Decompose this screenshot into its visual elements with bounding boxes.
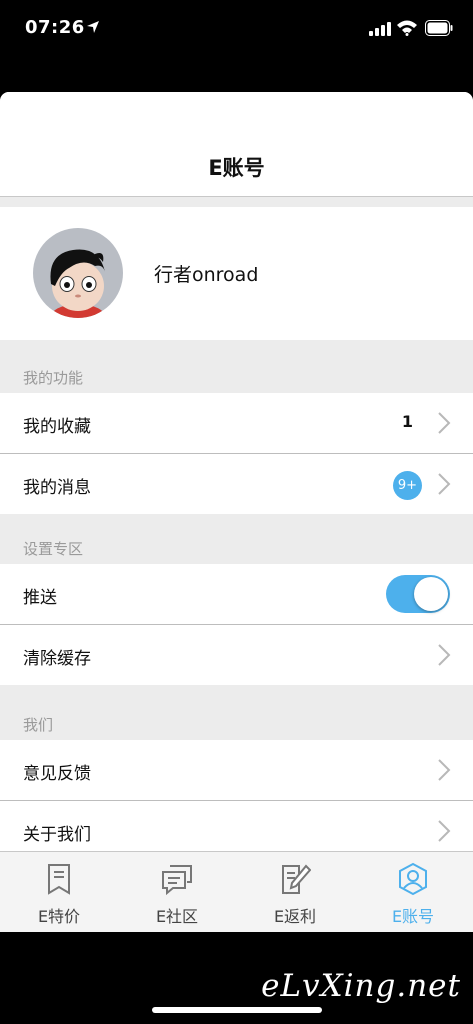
status-time: 07:26 — [25, 17, 85, 38]
section-header-about: 我们 — [0, 685, 473, 740]
bookmark-icon — [48, 864, 70, 895]
chat-icon — [162, 865, 192, 896]
push-row: 推送 — [0, 564, 473, 624]
cartoon-face-icon — [50, 249, 106, 318]
location-arrow-icon — [87, 21, 99, 33]
avatar[interactable] — [33, 228, 123, 318]
account-sheet: E账号 行者onroad 我的功能 我的收藏 1 我的消息 9+ 设置专区 推送… — [0, 92, 473, 932]
pencil-note-icon — [282, 864, 311, 894]
section-header-functions: 我的功能 — [0, 340, 473, 393]
row-label: 意见反馈 — [23, 764, 91, 784]
profile-card[interactable]: 行者onroad — [0, 207, 473, 340]
favorites-count: 1 — [401, 412, 413, 431]
home-indicator[interactable] — [152, 1007, 322, 1013]
tab-e-community[interactable]: E社区 — [118, 852, 236, 932]
my-messages-row[interactable]: 我的消息 9+ — [0, 454, 473, 514]
toggle-knob — [414, 577, 448, 611]
spacer — [0, 197, 473, 207]
section-title: 我的功能 — [23, 369, 84, 387]
row-label: 推送 — [23, 588, 57, 608]
battery-icon — [425, 20, 453, 36]
chevron-right-icon — [438, 473, 451, 495]
row-label: 关于我们 — [23, 825, 91, 845]
tab-e-rebate[interactable]: E返利 — [236, 852, 354, 932]
section-title: 设置专区 — [23, 540, 84, 558]
chevron-right-icon — [438, 759, 451, 781]
section-title: 我们 — [23, 716, 54, 734]
chevron-right-icon — [438, 644, 451, 666]
tab-label: E社区 — [155, 907, 199, 926]
my-favorites-row[interactable]: 我的收藏 1 — [0, 393, 473, 453]
feedback-row[interactable]: 意见反馈 — [0, 740, 473, 800]
nav-bar: E账号 — [0, 92, 473, 197]
row-label: 清除缓存 — [23, 649, 91, 669]
section-header-settings: 设置专区 — [0, 514, 473, 564]
tab-bar: E特价 E社区 E返利 E账号 — [0, 851, 473, 932]
tab-label: E特价 — [37, 907, 81, 926]
unread-badge: 9+ — [393, 471, 422, 500]
chevron-right-icon — [438, 412, 451, 434]
clear-cache-row[interactable]: 清除缓存 — [0, 625, 473, 685]
tab-e-deals[interactable]: E特价 — [0, 852, 118, 932]
tab-label: E账号 — [391, 907, 435, 926]
username: 行者onroad — [154, 264, 259, 286]
row-label: 我的消息 — [23, 478, 91, 498]
wifi-icon — [397, 20, 417, 36]
watermark: eLvXing.net — [261, 968, 461, 1004]
page-title: E账号 — [208, 156, 265, 180]
tab-e-account[interactable]: E账号 — [354, 852, 472, 932]
status-bar: 07:26 — [0, 0, 473, 60]
tab-label: E返利 — [273, 907, 317, 926]
user-icon — [399, 862, 427, 896]
chevron-right-icon — [438, 820, 451, 842]
row-label: 我的收藏 — [23, 417, 91, 437]
cellular-signal-icon — [369, 22, 391, 36]
push-toggle[interactable] — [386, 575, 450, 613]
